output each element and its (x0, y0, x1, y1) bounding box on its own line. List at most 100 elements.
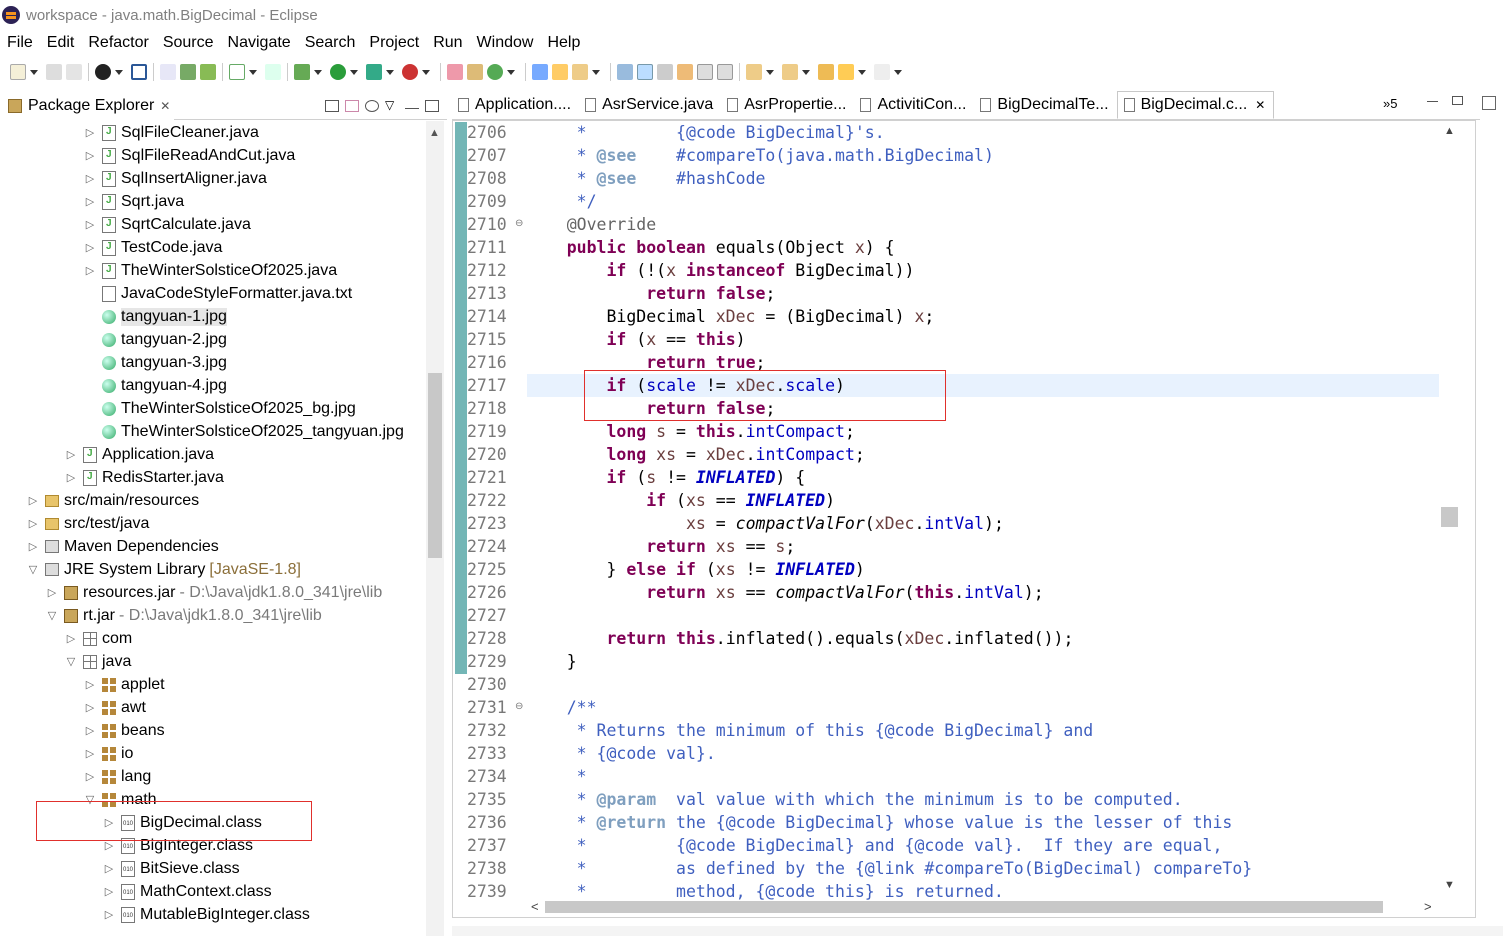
search-tool-icon[interactable] (572, 64, 588, 80)
previous-edit-dropdown-icon[interactable] (802, 64, 810, 80)
tree-item[interactable]: ▷ SqlInsertAligner.java (84, 167, 267, 190)
collapsed-arrow-icon[interactable]: ▷ (84, 701, 96, 714)
code-line[interactable]: if (s != INFLATED) { (527, 466, 805, 489)
collapsed-arrow-icon[interactable]: ▷ (84, 747, 96, 760)
view-menu-icon[interactable]: ▽ (385, 99, 399, 112)
save-icon[interactable] (46, 64, 62, 80)
toggle-mark-occurrences-icon[interactable] (617, 64, 633, 80)
tree-item[interactable]: ▷ applet (84, 673, 165, 696)
forward-dropdown-icon[interactable] (894, 64, 902, 80)
tree-item[interactable]: ▷ RedisStarter.java (65, 466, 224, 489)
scroll-left-icon[interactable]: < (531, 899, 539, 914)
tree-item[interactable]: ▷ SqlFileCleaner.java (84, 121, 259, 144)
close-icon[interactable]: ✕ (160, 99, 170, 113)
tree-item[interactable]: ▷ TheWinterSolsticeOf2025.java (84, 259, 337, 282)
minimize-icon[interactable] (405, 107, 419, 110)
new-java-project-icon[interactable] (447, 64, 463, 80)
expanded-arrow-icon[interactable]: ▽ (27, 563, 39, 576)
external-tools-dropdown-icon[interactable] (422, 64, 430, 80)
step-into-icon[interactable] (180, 64, 196, 80)
filters-icon[interactable] (365, 99, 379, 112)
collapsed-arrow-icon[interactable]: ▷ (84, 724, 96, 737)
tree-item[interactable]: ▷ io (84, 742, 134, 765)
tab-application[interactable]: Application.... (452, 91, 579, 119)
code-line[interactable]: * @see #hashCode (527, 167, 766, 190)
collapsed-arrow-icon[interactable]: ▷ (27, 540, 39, 553)
tab-asrservice[interactable]: AsrService.java (579, 91, 721, 119)
code-line[interactable]: /** (527, 696, 597, 719)
next-annotation-icon[interactable] (677, 64, 693, 80)
tree-item[interactable]: ▷ beans (84, 719, 165, 742)
toggle-highlight-icon[interactable] (637, 64, 653, 80)
code-line[interactable]: * Returns the minimum of this {@code Big… (527, 719, 1094, 742)
collapsed-arrow-icon[interactable]: ▷ (65, 448, 77, 461)
code-line[interactable]: * as defined by the {@link #compareTo(Bi… (527, 857, 1253, 880)
tree-item[interactable]: ▷ TestCode.java (84, 236, 222, 259)
code-line[interactable]: * (527, 765, 587, 788)
pilcrow-icon[interactable] (717, 64, 733, 80)
open-type-icon[interactable] (265, 64, 281, 80)
link-with-editor-icon[interactable] (345, 99, 359, 112)
menu-refactor[interactable]: Refactor (81, 34, 155, 52)
tree-item[interactable]: ▷ BigDecimal.class (103, 811, 262, 834)
new-dropdown-icon[interactable] (30, 64, 38, 80)
scrollbar-thumb[interactable] (428, 373, 442, 558)
tree-item[interactable]: ▽ rt.jar - D:\Java\jdk1.8.0_341\jre\lib (46, 604, 322, 627)
collapsed-arrow-icon[interactable]: ▷ (46, 586, 58, 599)
code-line[interactable]: return xs == s; (527, 535, 795, 558)
collapsed-arrow-icon[interactable]: ▷ (103, 816, 115, 829)
tree-item[interactable]: ▷ MutableBigInteger.class (103, 903, 310, 926)
tree-item[interactable]: ▷ awt (84, 696, 146, 719)
collapsed-arrow-icon[interactable]: ▷ (84, 126, 96, 139)
menu-navigate[interactable]: Navigate (221, 34, 298, 52)
coverage-dropdown-icon[interactable] (386, 64, 394, 80)
previous-edit-icon[interactable] (782, 64, 798, 80)
build-icon[interactable] (200, 64, 216, 80)
tree-item[interactable]: ▽ java (65, 650, 132, 673)
tree-item[interactable]: ▷ src/main/resources (27, 489, 199, 512)
code-line[interactable]: } else if (xs != INFLATED) (527, 558, 864, 581)
next-edit-icon[interactable] (746, 64, 762, 80)
collapsed-arrow-icon[interactable]: ▷ (84, 264, 96, 277)
code-line[interactable]: long xs = xDec.intCompact; (527, 443, 864, 466)
debug-icon[interactable] (294, 64, 310, 80)
tree-item[interactable]: tangyuan-4.jpg (84, 374, 227, 397)
collapsed-arrow-icon[interactable]: ▷ (65, 632, 77, 645)
tab-bigdecimal-class[interactable]: BigDecimal.c... ✕ (1116, 91, 1275, 119)
code-line[interactable]: return this.inflated().equals(xDec.infla… (527, 627, 1073, 650)
new-icon[interactable] (10, 64, 26, 80)
collapsed-arrow-icon[interactable]: ▷ (65, 471, 77, 484)
run-icon[interactable] (330, 64, 346, 80)
expanded-arrow-icon[interactable]: ▽ (84, 793, 96, 806)
tree-item[interactable]: ▷ src/test/java (27, 512, 150, 535)
scrollbar-thumb[interactable] (545, 901, 1383, 913)
scrollbar-thumb[interactable] (1441, 507, 1458, 527)
collapsed-arrow-icon[interactable]: ▷ (27, 517, 39, 530)
code-line[interactable]: xs = compactValFor(xDec.intVal); (527, 512, 1004, 535)
fold-toggle-icon[interactable]: ⊖ (515, 701, 523, 712)
tree-item[interactable]: ▽ math (84, 788, 157, 811)
code-line[interactable]: return false; (527, 282, 775, 305)
menu-source[interactable]: Source (156, 34, 221, 52)
expanded-arrow-icon[interactable]: ▽ (46, 609, 58, 622)
tree-item[interactable]: ▷ lang (84, 765, 151, 788)
toggle-block-select-icon[interactable] (657, 64, 673, 80)
terminal-icon[interactable] (131, 64, 147, 80)
back-icon[interactable] (838, 64, 854, 80)
maximize-icon[interactable] (425, 99, 439, 112)
scroll-right-icon[interactable]: > (1424, 899, 1432, 914)
last-edit-location-icon[interactable] (818, 64, 834, 80)
code-line[interactable]: if (scale != xDec.scale) (527, 374, 1439, 397)
scroll-down-icon[interactable]: ▼ (1444, 879, 1455, 891)
tree-item[interactable]: ▷ BigInteger.class (103, 834, 253, 857)
tree-item[interactable]: ▷ Application.java (65, 443, 214, 466)
tree-item[interactable]: ▷ SqlFileReadAndCut.java (84, 144, 295, 167)
menu-help[interactable]: Help (540, 34, 587, 52)
menu-file[interactable]: File (0, 34, 40, 52)
collapsed-arrow-icon[interactable]: ▷ (27, 494, 39, 507)
code-line[interactable]: BigDecimal xDec = (BigDecimal) x; (527, 305, 934, 328)
tree-item[interactable]: ▷ MathContext.class (103, 880, 272, 903)
debug-dropdown-icon[interactable] (314, 64, 322, 80)
tree-item[interactable]: ▷ resources.jar - D:\Java\jdk1.8.0_341\jre… (46, 581, 383, 604)
next-edit-dropdown-icon[interactable] (766, 64, 774, 80)
